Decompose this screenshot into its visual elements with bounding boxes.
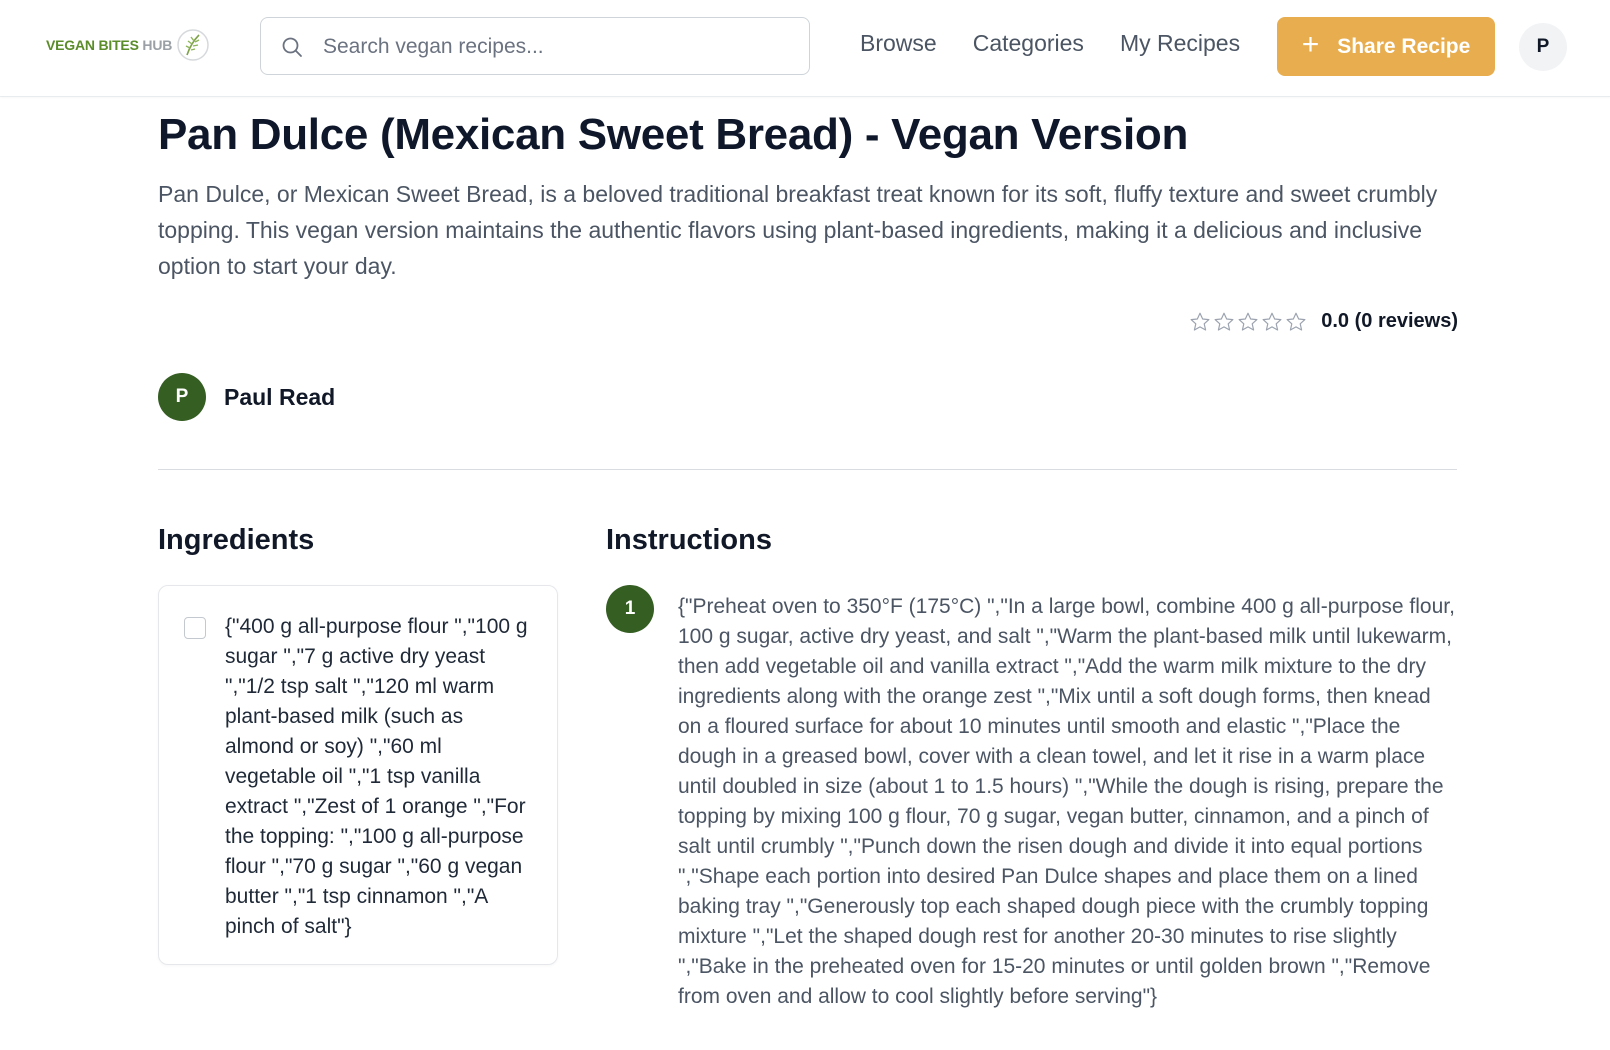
recipe-title: Pan Dulce (Mexican Sweet Bread) - Vegan … xyxy=(158,110,1189,159)
ingredients-card: {"400 g all-purpose flour ","100 g sugar… xyxy=(158,585,558,965)
search-box[interactable] xyxy=(260,17,810,75)
ingredient-item: {"400 g all-purpose flour ","100 g sugar… xyxy=(225,615,528,938)
step-number-badge: 1 xyxy=(606,585,654,633)
top-navbar: VEGAN BITES HUB Browse Categories My Rec… xyxy=(0,0,1610,97)
star-icon xyxy=(1190,312,1210,331)
user-avatar[interactable]: P xyxy=(1519,23,1567,71)
star-icon xyxy=(1214,312,1234,331)
instructions-heading: Instructions xyxy=(606,524,772,556)
divider xyxy=(158,469,1457,470)
nav-my-recipes[interactable]: My Recipes xyxy=(1120,30,1240,57)
main-nav: Browse Categories My Recipes xyxy=(860,30,1276,57)
share-recipe-button[interactable]: + Share Recipe xyxy=(1277,17,1495,76)
recipe-description: Pan Dulce, or Mexican Sweet Bread, is a … xyxy=(158,181,1438,279)
recipe-rating: 0.0 (0 reviews) xyxy=(1189,310,1458,333)
star-icon xyxy=(1262,312,1282,331)
author-info[interactable]: P Paul Read xyxy=(158,373,335,421)
logo-text: VEGAN BITES HUB xyxy=(46,37,173,53)
nav-categories[interactable]: Categories xyxy=(973,30,1084,57)
logo[interactable]: VEGAN BITES HUB xyxy=(46,28,210,62)
nav-browse[interactable]: Browse xyxy=(860,30,937,57)
rating-stars[interactable] xyxy=(1189,311,1307,333)
plus-icon: + xyxy=(1301,28,1320,61)
author-name: Paul Read xyxy=(224,383,336,410)
star-icon xyxy=(1238,312,1258,331)
author-avatar: P xyxy=(158,373,206,421)
ingredients-heading: Ingredients xyxy=(158,524,315,556)
leaf-icon xyxy=(177,29,209,61)
share-recipe-label: Share Recipe xyxy=(1337,34,1471,58)
step-text: {"Preheat oven to 350°F (175°C) ","In a … xyxy=(678,595,1455,1008)
ingredient-checkbox[interactable] xyxy=(184,617,206,639)
star-icon xyxy=(1286,312,1306,331)
search-input[interactable] xyxy=(321,28,795,66)
rating-text: 0.0 (0 reviews) xyxy=(1321,310,1458,332)
search-icon xyxy=(282,37,302,57)
